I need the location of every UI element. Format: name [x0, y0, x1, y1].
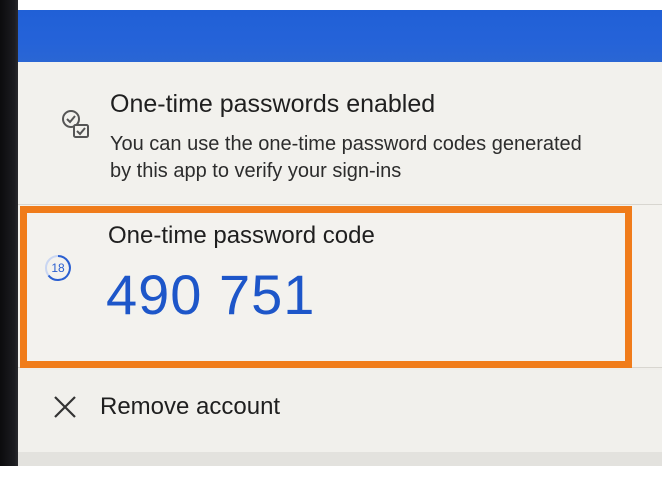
remove-account-label[interactable]: Remove account — [100, 393, 280, 421]
otp-enabled-description: You can use the one-time password codes … — [110, 133, 582, 182]
highlight-frame — [20, 206, 632, 368]
close-icon[interactable] — [52, 394, 78, 420]
phone-photo: One-time passwords enabled You can use t… — [0, 0, 662, 490]
otp-enabled-title: One-time passwords enabled — [110, 90, 436, 118]
photo-bottom-edge — [0, 466, 662, 490]
photo-edge — [18, 0, 662, 10]
checklist-icon — [62, 110, 89, 138]
phone-bezel — [0, 0, 18, 470]
bottom-area — [18, 452, 662, 466]
header-bar — [18, 0, 662, 62]
